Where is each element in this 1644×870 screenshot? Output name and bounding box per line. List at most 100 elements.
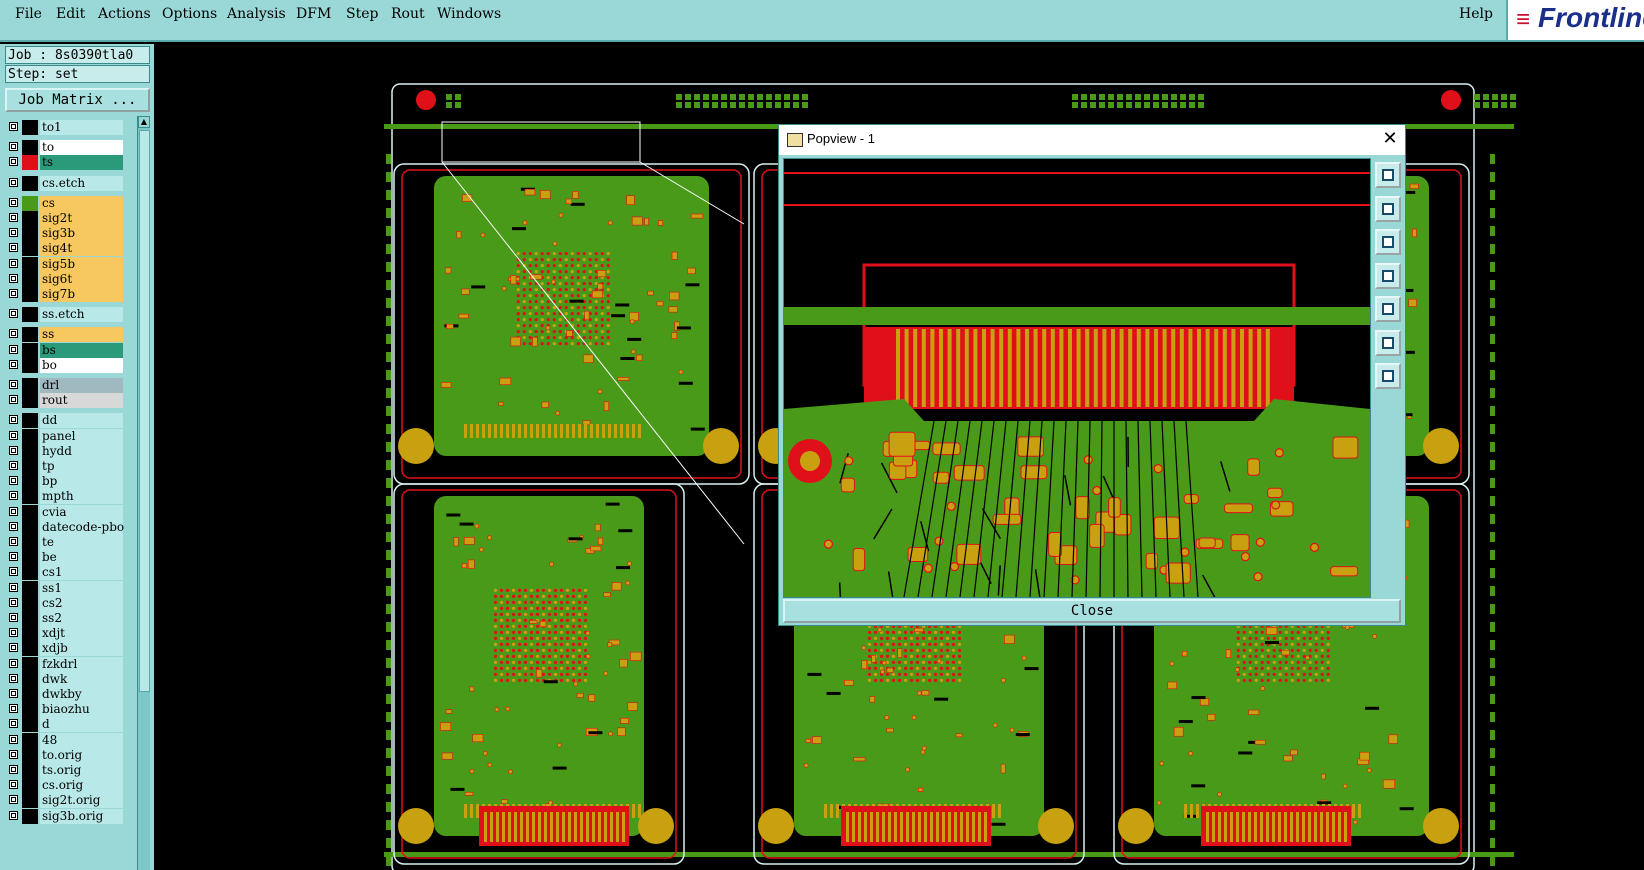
layer-row-ss2[interactable]: ss2 xyxy=(5,611,139,626)
layer-checkbox[interactable] xyxy=(9,795,18,805)
layer-name[interactable]: cs.etch xyxy=(40,175,123,191)
layer-checkbox[interactable] xyxy=(9,228,18,238)
zoom-fit-icon[interactable] xyxy=(1375,162,1401,188)
layer-color-swatch[interactable] xyxy=(22,626,38,642)
layer-row-mpth[interactable]: mpth xyxy=(5,489,139,505)
layer-checkbox[interactable] xyxy=(9,491,18,501)
layer-color-swatch[interactable] xyxy=(22,550,38,566)
layer-name[interactable]: bp xyxy=(40,474,123,490)
layer-row-cs1[interactable]: cs1 xyxy=(5,565,139,581)
layer-color-swatch[interactable] xyxy=(22,489,38,505)
layer-name[interactable]: ss xyxy=(40,327,123,343)
layer-row-cs.orig[interactable]: cs.orig xyxy=(5,778,139,794)
layer-name[interactable]: d xyxy=(40,717,123,733)
close-icon[interactable]: ✕ xyxy=(1379,127,1401,151)
layer-row-bp[interactable]: bp xyxy=(5,474,139,490)
layer-name[interactable]: ts xyxy=(40,155,123,171)
layer-checkbox[interactable] xyxy=(9,380,18,389)
layer-name[interactable]: xdjt xyxy=(40,626,123,642)
layer-row-cs2[interactable]: cs2 xyxy=(5,595,139,611)
layer-checkbox[interactable] xyxy=(9,273,18,283)
layer-color-swatch[interactable] xyxy=(22,778,38,794)
layer-color-swatch[interactable] xyxy=(22,327,38,343)
layer-row-te[interactable]: te xyxy=(5,535,139,550)
layer-checkbox[interactable] xyxy=(9,289,18,298)
layer-row-sig4t[interactable]: sig4t xyxy=(5,241,139,257)
layer-checkbox[interactable] xyxy=(9,476,18,486)
layer-name[interactable]: bo xyxy=(40,357,123,373)
layer-name[interactable]: sig3b.orig xyxy=(40,808,123,824)
layer-name[interactable]: fzkdrl xyxy=(40,656,123,672)
layer-name[interactable]: to1 xyxy=(40,120,123,135)
layer-checkbox[interactable] xyxy=(9,537,18,546)
layer-checkbox[interactable] xyxy=(9,142,18,152)
layer-checkbox[interactable] xyxy=(9,258,18,268)
layer-row-ts[interactable]: ts xyxy=(5,155,139,171)
layer-name[interactable]: rout xyxy=(40,393,123,409)
menu-edit[interactable]: Edit xyxy=(56,6,85,22)
layer-color-swatch[interactable] xyxy=(22,413,38,429)
layer-checkbox[interactable] xyxy=(9,395,18,405)
layer-list-scrollbar[interactable]: ▲ xyxy=(137,116,150,870)
layer-checkbox[interactable] xyxy=(9,810,18,820)
layer-checkbox[interactable] xyxy=(9,628,18,638)
layer-checkbox[interactable] xyxy=(9,521,18,531)
layer-name[interactable]: to.orig xyxy=(40,747,123,763)
layer-checkbox[interactable] xyxy=(9,765,18,774)
layer-checkbox[interactable] xyxy=(9,243,18,253)
layer-color-swatch[interactable] xyxy=(22,140,38,156)
layer-checkbox[interactable] xyxy=(9,613,18,622)
layer-checkbox[interactable] xyxy=(9,177,18,187)
layer-color-swatch[interactable] xyxy=(22,611,38,626)
layer-name[interactable]: ts.orig xyxy=(40,763,123,778)
zoom-in-icon[interactable] xyxy=(1375,329,1401,356)
layer-name[interactable]: sig3b xyxy=(40,226,123,242)
layer-color-swatch[interactable] xyxy=(22,763,38,778)
layer-name[interactable]: 48 xyxy=(40,732,123,748)
layer-color-swatch[interactable] xyxy=(22,459,38,474)
layer-color-swatch[interactable] xyxy=(22,747,38,763)
layer-color-swatch[interactable] xyxy=(22,687,38,702)
layer-name[interactable]: cs xyxy=(40,195,123,211)
layer-checkbox[interactable] xyxy=(9,689,18,698)
layer-color-swatch[interactable] xyxy=(22,793,38,809)
layer-color-swatch[interactable] xyxy=(22,443,38,459)
layer-row-sig2t[interactable]: sig2t xyxy=(5,211,139,226)
layer-checkbox[interactable] xyxy=(9,329,18,339)
layer-name[interactable]: cvia xyxy=(40,504,123,520)
pan-left-icon[interactable] xyxy=(1375,262,1401,289)
layer-checkbox[interactable] xyxy=(9,461,18,470)
layer-color-swatch[interactable] xyxy=(22,195,38,211)
popview-zoom-view[interactable] xyxy=(783,158,1371,598)
layer-name[interactable]: panel xyxy=(40,428,123,444)
layer-checkbox[interactable] xyxy=(9,567,18,577)
layer-color-swatch[interactable] xyxy=(22,565,38,581)
layer-checkbox[interactable] xyxy=(9,430,18,440)
layer-color-swatch[interactable] xyxy=(22,211,38,226)
pan-right-icon[interactable] xyxy=(1375,296,1401,322)
layer-color-swatch[interactable] xyxy=(22,241,38,257)
layer-name[interactable]: dwkby xyxy=(40,687,123,702)
popview-titlebar[interactable]: Popview - 1 ✕ xyxy=(779,125,1405,155)
layer-row-sig2t.orig[interactable]: sig2t.orig xyxy=(5,793,139,809)
pan-up-icon[interactable] xyxy=(1375,195,1401,222)
layer-checkbox[interactable] xyxy=(9,658,18,668)
layer-name[interactable]: dd xyxy=(40,413,123,429)
layer-name[interactable]: xdjb xyxy=(40,641,123,657)
layer-color-swatch[interactable] xyxy=(22,641,38,657)
layer-name[interactable]: tp xyxy=(40,459,123,474)
layer-row-panel[interactable]: panel xyxy=(5,428,139,444)
layer-row-fzkdrl[interactable]: fzkdrl xyxy=(5,656,139,672)
menu-step[interactable]: Step xyxy=(346,6,378,22)
layer-checkbox[interactable] xyxy=(9,734,18,744)
layer-row-be[interactable]: be xyxy=(5,550,139,566)
layer-color-swatch[interactable] xyxy=(22,342,38,358)
layer-row-bo[interactable]: bo xyxy=(5,357,139,373)
layer-color-swatch[interactable] xyxy=(22,717,38,733)
layer-name[interactable]: dwk xyxy=(40,671,123,687)
layer-row-48[interactable]: 48 xyxy=(5,732,139,748)
menu-options[interactable]: Options xyxy=(162,6,217,22)
pcb-zoom-view[interactable] xyxy=(784,159,1370,597)
layer-color-swatch[interactable] xyxy=(22,702,38,718)
layer-name[interactable]: cs2 xyxy=(40,595,123,611)
